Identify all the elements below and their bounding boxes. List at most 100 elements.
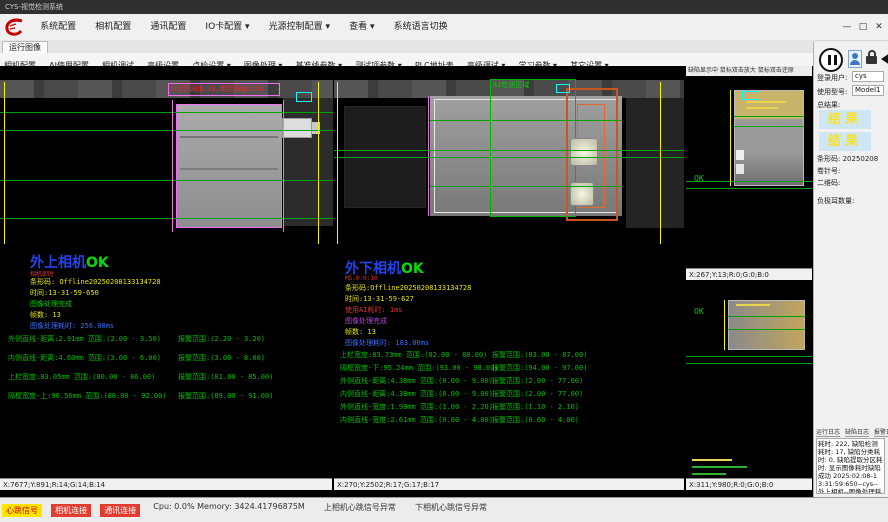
bright-feature bbox=[736, 164, 744, 174]
measure-text: 外侧直线-宽度:1.90mm 范围:(1.00 - 2.20) bbox=[340, 403, 493, 411]
cursor-status-upper: X:7677;Y:891;R:14;G:14;B:14 bbox=[0, 478, 332, 490]
bright-feature bbox=[570, 138, 598, 166]
right-control-panel: 登录用户: cys 使用型号: Model1 总结果: 结果 结果 条形码: 2… bbox=[813, 42, 888, 497]
measure-row: 外侧直线-距离:2.91mm 范围:(2.00 - 3.50) 报警范围:(2.… bbox=[8, 334, 328, 344]
thumb-ok-label: OK bbox=[694, 307, 704, 316]
alarm-text: 报警范围:(2.20 - 3.20) bbox=[178, 334, 265, 344]
tiny-annotation bbox=[692, 459, 732, 461]
lock-button[interactable] bbox=[865, 50, 878, 68]
machine-band bbox=[0, 80, 333, 98]
log-output: 耗时: 222, 缺陷检测耗时: 17, 缺陷分类耗时: 0, 缺陷提取分区耗时… bbox=[816, 438, 885, 494]
qr-code-label: 二维码: bbox=[817, 178, 840, 188]
camera-view-upper[interactable]: N标高阈值:93, 明亮阈值:100 外上相机OK 相机即时 条形码: Offl… bbox=[0, 66, 333, 478]
upper-camera-warning: 上相机心跳信号异常 bbox=[324, 502, 396, 513]
model-select[interactable]: Model1 bbox=[852, 85, 884, 96]
thumbnail-view-1[interactable]: OK bbox=[686, 76, 812, 268]
thumb-header-note: 缺陷显示中 鼠标双击放大 鼠标双击还原 bbox=[686, 66, 812, 76]
reel-number-label: 卷针号: bbox=[817, 166, 840, 176]
ref-line-yellow bbox=[724, 300, 725, 350]
login-user-value: cys bbox=[852, 71, 884, 82]
camera-sub-status: MS:0:0:10 bbox=[345, 275, 378, 282]
ref-line-yellow bbox=[4, 82, 5, 244]
ai-detect-label: AI检测区域 bbox=[493, 80, 529, 90]
cyan-roi-marker bbox=[296, 92, 312, 102]
baseline-green bbox=[686, 188, 812, 189]
maximize-button[interactable]: □ bbox=[856, 14, 870, 40]
measure-row: 上栏宽度:83.05mm 范围:(80.00 - 86.00) 报警范围:(81… bbox=[8, 372, 328, 382]
measure-row: 隔框宽度-下:95.24mm 范围:(93.00 - 98.00) 报警范围:(… bbox=[340, 363, 680, 373]
total-result-label: 总结果: bbox=[817, 100, 840, 110]
menu-language-switch[interactable]: 系统语言切换 bbox=[394, 14, 448, 40]
ref-line-yellow bbox=[730, 90, 731, 186]
alarm-text: 报警范围:(2.00 - 77.00) bbox=[492, 389, 583, 399]
result-ok: OK bbox=[86, 255, 109, 271]
lock-icon bbox=[866, 56, 877, 64]
minimize-button[interactable]: — bbox=[840, 14, 854, 40]
login-user-label: 登录用户: bbox=[817, 73, 847, 83]
result-box-lower: 结果 bbox=[819, 132, 871, 151]
fixture-structure bbox=[626, 98, 684, 228]
log-tab-alarm[interactable]: 报警日志 bbox=[874, 429, 888, 437]
measure-row: 外侧直线-宽度:1.90mm 范围:(1.00 - 2.20) 报警范围:(1.… bbox=[340, 402, 680, 412]
lower-camera-warning: 下相机心跳信号异常 bbox=[415, 502, 487, 513]
thumb-image bbox=[734, 90, 804, 186]
toolbar: 相机配置 AI使用配置 相机调试 高级设置 点检设置 ▾ 图像处理 ▾ 基准线参… bbox=[0, 53, 813, 67]
thumbnail-view-2[interactable]: OK bbox=[686, 281, 812, 478]
main-workspace: N标高阈值:93, 明亮阈值:100 外上相机OK 相机即时 条形码: Offl… bbox=[0, 66, 813, 497]
measure-text: 外侧直线-距离:4.38mm 范围:(0.00 - 9.00) bbox=[340, 377, 493, 385]
process-done-line: 图像处理完成 bbox=[345, 316, 387, 326]
camera-view-lower[interactable]: AI检测区域 外下相机OK MS:0:0:10 条形码:Offline20250… bbox=[334, 66, 684, 478]
alarm-text: 报警范围:(1.10 - 2.10) bbox=[492, 402, 579, 412]
process-done-line: 图像处理完成 bbox=[30, 299, 72, 309]
result-box-upper: 结果 bbox=[819, 110, 871, 129]
alarm-text: 报警范围:(81.00 - 85.00) bbox=[178, 372, 273, 382]
measure-text: 隔框宽度-上:90.56mm 范围:(88.00 - 92.00) bbox=[8, 392, 167, 400]
comm-connect-badge: 通讯连接 bbox=[100, 504, 140, 517]
user-icon bbox=[850, 60, 860, 65]
user-icon bbox=[852, 53, 858, 59]
log-tab-run[interactable]: 运行日志 bbox=[816, 429, 840, 437]
window-titlebar: CYS-视觉检测系统 bbox=[0, 0, 888, 14]
tab-count-label: 负极耳数量: bbox=[817, 196, 854, 206]
edge-marker-magenta bbox=[283, 100, 284, 232]
time-line: 时间:13-31-59-650 bbox=[30, 288, 99, 298]
measure-text: 隔框宽度-下:95.24mm 范围:(93.00 - 98.00) bbox=[340, 364, 499, 372]
measure-text: 内侧直线-宽度:2.61mm 范围:(0.60 - 4.00) bbox=[340, 416, 493, 424]
close-button[interactable]: ✕ bbox=[872, 14, 886, 40]
baseline-green bbox=[334, 150, 684, 151]
measure-row: 内侧直线-距离:4.60mm 范围:(3.00 - 6.00) 报警范围:(3.… bbox=[8, 353, 328, 363]
ai-detect-box bbox=[490, 79, 576, 217]
frame-count-line: 帧数: 13 bbox=[30, 310, 61, 320]
barcode-line: 条形码: Offline20250208133134728 bbox=[30, 277, 161, 287]
cursor-status-thumb2: X:311;Y:980;R:0;G:0;B:0 bbox=[686, 478, 812, 490]
thumb-image bbox=[728, 300, 805, 350]
menu-comm-config[interactable]: 通讯配置 bbox=[150, 14, 186, 40]
menubar: 系统配置 相机配置 通讯配置 IO卡配置 ▾ 光源控制配置 ▾ 查看 ▾ 系统语… bbox=[0, 14, 888, 41]
cursor-status-thumb1: X:267;Y:13;R:0;G:0;B:0 bbox=[686, 268, 812, 280]
menu-camera-config[interactable]: 相机配置 bbox=[95, 14, 131, 40]
menu-light-config[interactable]: 光源控制配置 ▾ bbox=[269, 14, 330, 40]
pause-button[interactable] bbox=[819, 48, 843, 72]
measure-row: 外侧直线-距离:4.38mm 范围:(0.00 - 9.00) 报警范围:(2.… bbox=[340, 376, 680, 386]
measure-text: 内侧直线-距离:4.38mm 范围:(0.00 - 9.00) bbox=[340, 390, 493, 398]
app-logo-icon bbox=[4, 17, 26, 37]
tiny-annotation bbox=[746, 101, 786, 103]
baseline-green bbox=[430, 186, 622, 187]
log-tab-defect[interactable]: 缺陷日志 bbox=[845, 429, 869, 437]
baseline-green bbox=[334, 157, 684, 158]
measure-text: 外侧直线-距离:2.91mm 范围:(2.00 - 3.50) bbox=[8, 335, 161, 343]
log-tab-strip: 运行日志 缺陷日志 报警日志 bbox=[816, 427, 886, 436]
user-login-button[interactable] bbox=[848, 50, 862, 68]
baseline-green bbox=[686, 363, 812, 364]
alarm-sound-button[interactable] bbox=[881, 50, 888, 68]
measure-row: 上栏宽度:83.73mm 范围:(82.00 - 88.00) 报警范围:(83… bbox=[340, 350, 680, 360]
ai-elapsed-line: 使用AI耗时: 1ms bbox=[345, 305, 403, 315]
camera-connect-badge: 相机连接 bbox=[51, 504, 91, 517]
menu-view[interactable]: 查看 ▾ bbox=[349, 14, 374, 40]
ref-line-yellow bbox=[318, 82, 319, 244]
edge-marker-magenta bbox=[172, 100, 173, 232]
threshold-overlay-label: N标高阈值:93, 明亮阈值:100 bbox=[168, 83, 280, 96]
bright-feature bbox=[736, 150, 744, 160]
menu-io-config[interactable]: IO卡配置 ▾ bbox=[205, 14, 249, 40]
menu-system-config[interactable]: 系统配置 bbox=[40, 14, 76, 40]
